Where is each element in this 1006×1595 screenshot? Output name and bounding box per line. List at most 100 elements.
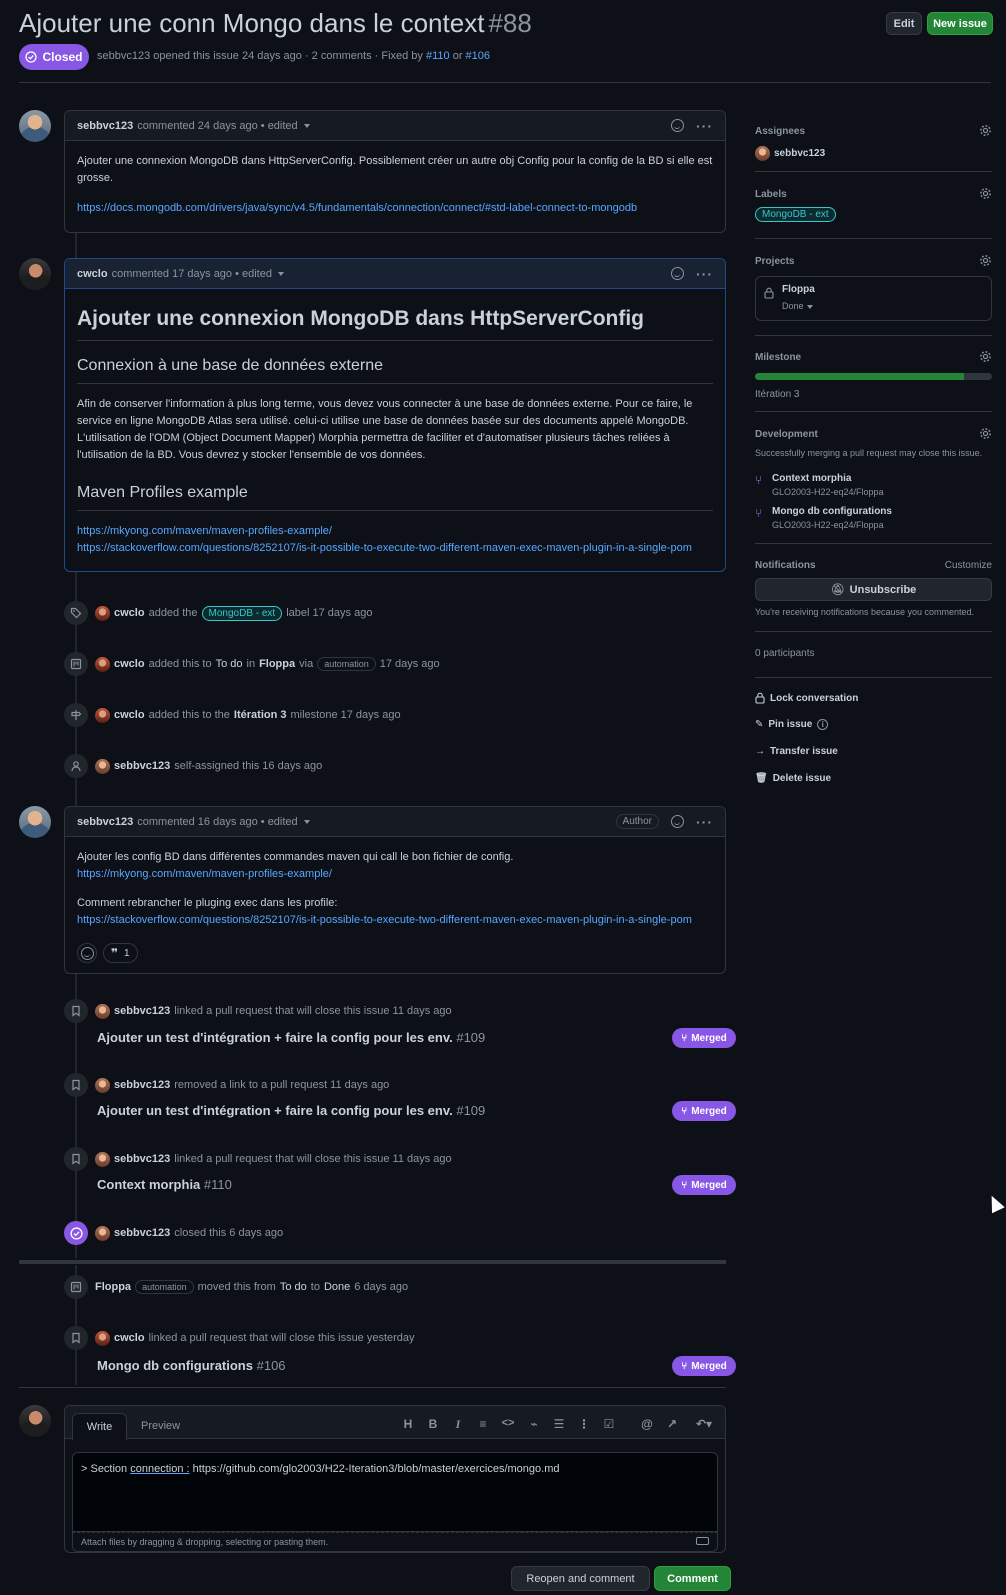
dev-pr-title[interactable]: Context morphia	[755, 473, 884, 484]
comment-meta[interactable]: commented 16 days ago • edited	[137, 816, 297, 828]
tab-write[interactable]: Write	[72, 1413, 127, 1440]
reopen-and-comment-button[interactable]: Reopen and comment	[511, 1566, 650, 1591]
linked-pr-title[interactable]: Mongo db configurations #106	[97, 1358, 286, 1373]
emoji-reaction-icon[interactable]	[671, 267, 684, 280]
milestone-title[interactable]: Milestone	[755, 352, 992, 363]
attach-files-bar[interactable]: Attach files by dragging & dropping, sel…	[72, 1532, 718, 1552]
assignees-title[interactable]: Assignees	[755, 126, 992, 137]
link-icon[interactable]: ⌁	[527, 1417, 541, 1431]
task-list-icon[interactable]: ☑	[602, 1417, 616, 1431]
edit-button[interactable]: Edit	[886, 12, 922, 35]
add-reaction-button[interactable]	[77, 943, 97, 963]
linked-pr-title[interactable]: Context morphia #110	[97, 1177, 232, 1192]
avatar[interactable]	[95, 1225, 110, 1241]
pr-title-text[interactable]: Ajouter un test d'intégration + faire la…	[97, 1103, 453, 1118]
comment-meta[interactable]: commented 17 days ago • edited	[112, 268, 272, 280]
lock-conversation-action[interactable]: Lock conversation	[755, 692, 858, 704]
dev-pr-title[interactable]: Mongo db configurations	[755, 506, 892, 517]
customize-link[interactable]: Customize	[945, 560, 992, 571]
event-actor[interactable]: sebbvc123	[114, 760, 170, 772]
info-icon[interactable]: i	[817, 719, 829, 730]
event-actor[interactable]: cwclo	[114, 658, 145, 670]
pr-title-text[interactable]: Mongo db configurations	[97, 1358, 253, 1373]
linked-pr-title[interactable]: Ajouter un test d'intégration + faire la…	[97, 1030, 485, 1045]
milestone-link[interactable]: Itération 3	[234, 709, 287, 721]
comment-button[interactable]: Comment	[654, 1566, 731, 1591]
label-pill[interactable]: MongoDB - ext	[755, 207, 836, 222]
heading-icon[interactable]: H	[401, 1417, 415, 1431]
avatar[interactable]	[95, 605, 110, 621]
mention-icon[interactable]: @	[640, 1417, 654, 1431]
gear-icon[interactable]	[979, 187, 992, 200]
project-card[interactable]: Floppa Done	[755, 276, 992, 321]
undo-icon[interactable]: ↶▾	[693, 1417, 715, 1431]
stackoverflow-link[interactable]: https://stackoverflow.com/questions/8252…	[77, 914, 692, 926]
gear-icon[interactable]	[979, 254, 992, 267]
avatar[interactable]	[95, 707, 110, 723]
development-title[interactable]: Development	[755, 429, 992, 440]
event-actor[interactable]: Floppa	[95, 1281, 131, 1293]
bulleted-list-icon[interactable]: ☰	[552, 1417, 566, 1431]
mkyong-link[interactable]: https://mkyong.com/maven/maven-profiles-…	[77, 525, 332, 537]
project-name[interactable]: Floppa	[782, 284, 815, 295]
more-options-icon[interactable]: ···	[696, 815, 713, 829]
avatar[interactable]	[95, 1151, 110, 1167]
dev-pr-item[interactable]: ⑂ Mongo db configurations GLO2003-H22-eq…	[755, 506, 892, 530]
emoji-reaction-icon[interactable]	[671, 815, 684, 828]
avatar[interactable]	[19, 258, 51, 290]
new-issue-button[interactable]: New issue	[927, 12, 993, 35]
avatar[interactable]	[95, 758, 110, 774]
event-actor[interactable]: cwclo	[114, 1332, 145, 1344]
gear-icon[interactable]	[979, 350, 992, 363]
event-actor[interactable]: sebbvc123	[114, 1227, 170, 1239]
pin-issue-action[interactable]: ✎ Pin issue i	[755, 719, 829, 730]
comment-meta[interactable]: commented 24 days ago • edited	[137, 120, 297, 132]
event-time[interactable]: 6 days ago	[354, 1281, 408, 1293]
pr-title-text[interactable]: Context morphia	[97, 1177, 200, 1192]
italic-icon[interactable]: I	[451, 1417, 465, 1432]
more-options-icon[interactable]: ···	[696, 119, 713, 133]
labels-title[interactable]: Labels	[755, 189, 992, 200]
project-status[interactable]: Done	[782, 301, 813, 311]
chevron-down-icon[interactable]	[303, 819, 310, 824]
event-actor[interactable]: sebbvc123	[114, 1153, 170, 1165]
avatar[interactable]	[95, 1003, 110, 1019]
stackoverflow-link[interactable]: https://stackoverflow.com/questions/8252…	[77, 542, 692, 554]
project-link[interactable]: Floppa	[259, 658, 295, 670]
gear-icon[interactable]	[979, 124, 992, 137]
avatar[interactable]	[95, 656, 110, 672]
projects-title[interactable]: Projects	[755, 256, 992, 267]
avatar[interactable]	[95, 1330, 110, 1346]
comment-author[interactable]: sebbvc123	[77, 816, 133, 828]
unsubscribe-button[interactable]: 🔕︎ Unsubscribe	[755, 578, 992, 601]
milestone-name[interactable]: Itération 3	[755, 389, 992, 400]
avatar[interactable]	[95, 1077, 110, 1093]
assignee-name[interactable]: sebbvc123	[774, 148, 825, 159]
label-pill[interactable]: MongoDB - ext	[201, 605, 283, 621]
delete-issue-action[interactable]: 🗑︎ Delete issue	[755, 773, 831, 784]
reference-icon[interactable]: ↗	[665, 1417, 679, 1431]
event-actor[interactable]: cwclo	[114, 607, 145, 619]
emoji-reaction-icon[interactable]	[671, 119, 684, 132]
transfer-issue-action[interactable]: → Transfer issue	[755, 746, 838, 757]
quote-reaction[interactable]: ❞ 1	[103, 943, 138, 963]
gear-icon[interactable]	[979, 427, 992, 440]
mkyong-link[interactable]: https://mkyong.com/maven/maven-profiles-…	[77, 868, 332, 880]
linked-pr-title[interactable]: Ajouter un test d'intégration + faire la…	[97, 1103, 485, 1118]
chevron-down-icon[interactable]	[277, 271, 284, 276]
issue-author[interactable]: sebbvc123	[97, 50, 150, 62]
event-actor[interactable]: sebbvc123	[114, 1079, 170, 1091]
pr-title-text[interactable]: Ajouter un test d'intégration + faire la…	[97, 1030, 453, 1045]
dev-pr-item[interactable]: ⑂ Context morphia GLO2003-H22-eq24/Flopp…	[755, 473, 884, 497]
avatar[interactable]	[19, 110, 51, 142]
fixed-by-link-106[interactable]: #106	[466, 50, 490, 62]
avatar[interactable]	[19, 806, 51, 838]
quote-icon[interactable]: ≡	[476, 1417, 490, 1431]
mongodb-docs-link[interactable]: https://docs.mongodb.com/drivers/java/sy…	[77, 202, 637, 214]
fixed-by-link-110[interactable]: #110	[426, 50, 450, 62]
numbered-list-icon[interactable]: ⋮	[577, 1417, 591, 1431]
tab-preview[interactable]: Preview	[141, 1420, 180, 1432]
comment-author[interactable]: sebbvc123	[77, 120, 133, 132]
event-actor[interactable]: cwclo	[114, 709, 145, 721]
more-options-icon[interactable]: ···	[696, 267, 713, 281]
